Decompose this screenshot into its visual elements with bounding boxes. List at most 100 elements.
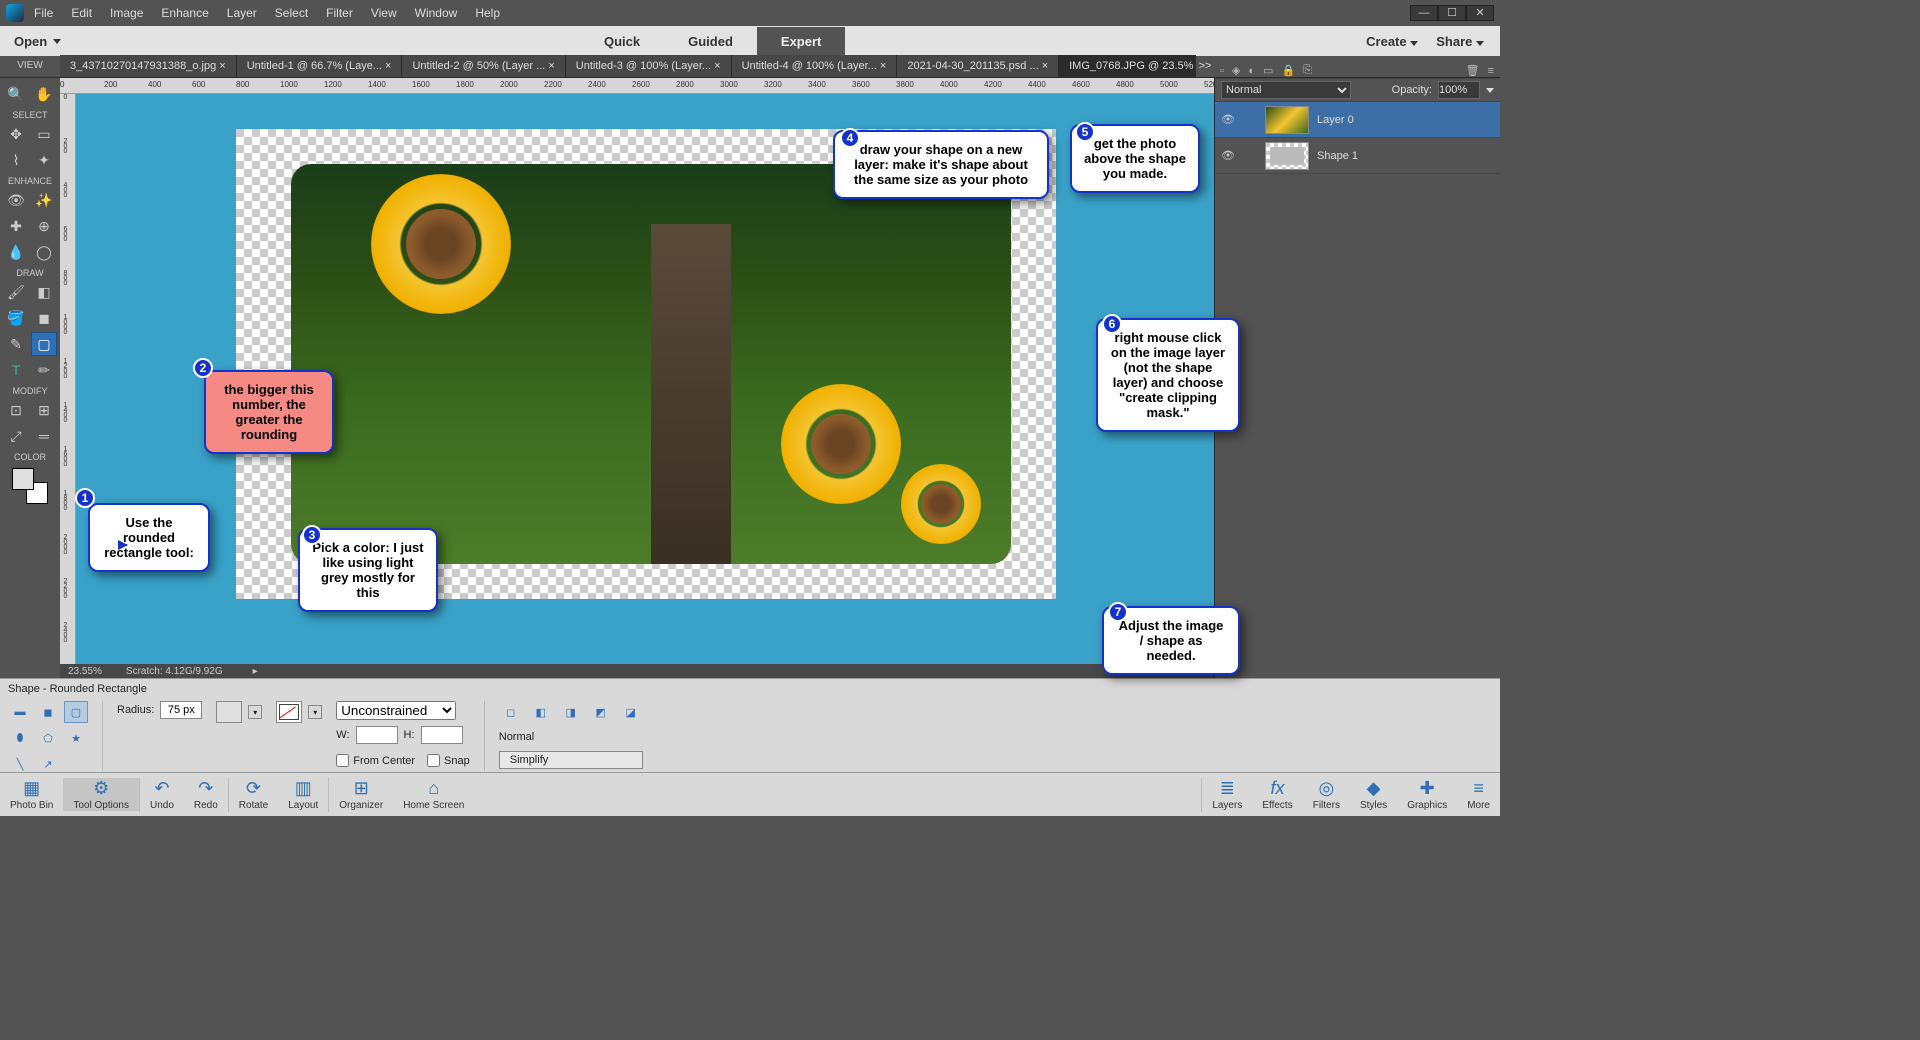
layers-button[interactable]: ≣Layers xyxy=(1202,778,1252,812)
clone-tool[interactable]: ⊕ xyxy=(31,214,57,238)
tool-options-button[interactable]: ⚙Tool Options xyxy=(63,778,139,811)
trash-icon[interactable]: 🗑 xyxy=(1466,64,1480,77)
style-swatch[interactable] xyxy=(276,701,302,723)
tab-overflow-button[interactable]: >> xyxy=(1196,55,1214,77)
sponge-tool[interactable]: ◯ xyxy=(31,240,57,264)
shape-tool[interactable]: ▢ xyxy=(31,332,57,356)
adjustment-layer-icon[interactable]: ◐ xyxy=(1248,65,1255,77)
new-layer-icon[interactable]: ▫ xyxy=(1220,65,1224,77)
mode-guided[interactable]: Guided xyxy=(664,27,757,56)
opacity-input[interactable] xyxy=(1438,81,1480,99)
undo-button[interactable]: ↶Undo xyxy=(140,778,184,811)
color-dropdown-icon[interactable]: ▾ xyxy=(248,705,262,719)
redeye-tool[interactable]: 👁 xyxy=(3,188,29,212)
menu-image[interactable]: Image xyxy=(110,6,143,20)
crop-tool[interactable]: ⊡ xyxy=(3,398,29,422)
paintbucket-tool[interactable]: 🪣 xyxy=(3,306,29,330)
layer-thumbnail[interactable] xyxy=(1265,106,1309,134)
more-button[interactable]: ≡More xyxy=(1457,778,1500,812)
shape-rectangle[interactable]: ▬ xyxy=(8,701,32,723)
document-tab-active[interactable]: IMG_0768.JPG @ 23.5% (Layer 0, RGB/8) * … xyxy=(1059,55,1196,77)
marquee-tool[interactable]: ▭ xyxy=(31,122,57,146)
canvas[interactable] xyxy=(76,94,1214,664)
opacity-dropdown-icon[interactable] xyxy=(1486,88,1494,93)
style-dropdown-icon[interactable]: ▾ xyxy=(308,705,322,719)
shape-color-swatch[interactable] xyxy=(216,701,242,723)
pathop-subtract[interactable]: ◨ xyxy=(559,701,583,723)
constrain-select[interactable]: Unconstrained xyxy=(336,701,456,720)
blend-mode-select[interactable]: Normal xyxy=(1221,81,1351,99)
visibility-icon[interactable]: 👁 xyxy=(1221,149,1235,162)
filters-button[interactable]: ◎Filters xyxy=(1303,778,1350,812)
straighten-tool[interactable]: ═ xyxy=(31,424,57,448)
layer-name[interactable]: Layer 0 xyxy=(1317,114,1354,126)
menu-help[interactable]: Help xyxy=(475,6,500,20)
document-tab[interactable]: Untitled-3 @ 100% (Layer... × xyxy=(566,55,732,77)
menu-view[interactable]: View xyxy=(371,6,397,20)
recompose-tool[interactable]: ⊞ xyxy=(31,398,57,422)
snap-checkbox[interactable]: Snap xyxy=(427,754,470,767)
photo-bin-button[interactable]: ▦Photo Bin xyxy=(0,778,63,811)
move-tool[interactable]: ✥ xyxy=(3,122,29,146)
document-tab[interactable]: Untitled-4 @ 100% (Layer... × xyxy=(732,55,898,77)
pathop-intersect[interactable]: ◩ xyxy=(589,701,613,723)
pathop-new[interactable]: ◻ xyxy=(499,701,523,723)
lasso-tool[interactable]: ⌇ xyxy=(3,148,29,172)
foreground-color-swatch[interactable] xyxy=(12,468,34,490)
shape-line[interactable]: ╲ xyxy=(8,753,32,775)
blur-tool[interactable]: 💧 xyxy=(3,240,29,264)
layer-group-icon[interactable]: ◈ xyxy=(1232,64,1240,77)
brush-tool[interactable]: 🖌 xyxy=(3,280,29,304)
menu-select[interactable]: Select xyxy=(275,6,308,20)
healing-tool[interactable]: ✚ xyxy=(3,214,29,238)
photo-layer[interactable] xyxy=(291,164,1011,564)
radius-input[interactable] xyxy=(160,701,202,719)
mode-quick[interactable]: Quick xyxy=(580,27,664,56)
layer-row[interactable]: 👁 Layer 0 xyxy=(1215,102,1500,138)
shape-polygon[interactable]: ⬠ xyxy=(36,727,60,749)
layer-thumbnail[interactable] xyxy=(1265,142,1309,170)
menu-window[interactable]: Window xyxy=(415,6,458,20)
shape-ellipse[interactable]: ⬮ xyxy=(8,727,32,749)
share-button[interactable]: Share xyxy=(1436,34,1484,49)
menu-file[interactable]: File xyxy=(34,6,53,20)
quick-select-tool[interactable]: ✦ xyxy=(31,148,57,172)
menu-edit[interactable]: Edit xyxy=(71,6,92,20)
shape-rounded-rect[interactable]: ▢ xyxy=(64,701,88,723)
layer-name[interactable]: Shape 1 xyxy=(1317,150,1358,162)
open-button[interactable]: Open xyxy=(0,34,75,49)
document-tab[interactable]: 3_43710270147931388_o.jpg × xyxy=(60,55,237,77)
visibility-icon[interactable]: 👁 xyxy=(1221,113,1235,126)
pathop-add[interactable]: ◧ xyxy=(529,701,553,723)
document-tab[interactable]: Untitled-1 @ 66.7% (Laye... × xyxy=(237,55,403,77)
mode-expert[interactable]: Expert xyxy=(757,27,845,56)
layer-row[interactable]: 👁 Shape 1 xyxy=(1215,138,1500,174)
zoom-tool[interactable]: 🔍 xyxy=(3,82,29,106)
rotate-button[interactable]: ⟳Rotate xyxy=(229,778,278,811)
link-icon[interactable]: ⎘ xyxy=(1303,64,1312,77)
color-swatches[interactable] xyxy=(10,466,50,506)
menu-filter[interactable]: Filter xyxy=(326,6,353,20)
mask-icon[interactable]: ▭ xyxy=(1263,64,1273,77)
panel-menu-icon[interactable]: ≡ xyxy=(1488,65,1494,77)
document-tab[interactable]: Untitled-2 @ 50% (Layer ... × xyxy=(402,55,565,77)
redo-button[interactable]: ↷Redo xyxy=(184,778,228,811)
menu-layer[interactable]: Layer xyxy=(227,6,257,20)
window-minimize-button[interactable]: — xyxy=(1410,5,1438,21)
width-input[interactable] xyxy=(356,726,398,744)
create-button[interactable]: Create xyxy=(1366,34,1418,49)
hand-tool[interactable]: ✋ xyxy=(31,82,57,106)
home-button[interactable]: ⌂Home Screen xyxy=(393,778,474,811)
pencil-tool[interactable]: ✏ xyxy=(31,358,57,382)
styles-button[interactable]: ◆Styles xyxy=(1350,778,1397,812)
from-center-checkbox[interactable]: From Center xyxy=(336,754,415,767)
menu-enhance[interactable]: Enhance xyxy=(161,6,208,20)
shape-star[interactable]: ★ xyxy=(64,727,88,749)
graphics-button[interactable]: ✚Graphics xyxy=(1397,778,1457,812)
height-input[interactable] xyxy=(421,726,463,744)
type-tool[interactable]: T xyxy=(3,358,29,382)
gradient-tool[interactable]: ◼ xyxy=(31,306,57,330)
shape-square[interactable]: ◼ xyxy=(36,701,60,723)
eyedropper-tool[interactable]: ✎ xyxy=(3,332,29,356)
lock-icon[interactable]: 🔒 xyxy=(1281,64,1295,77)
